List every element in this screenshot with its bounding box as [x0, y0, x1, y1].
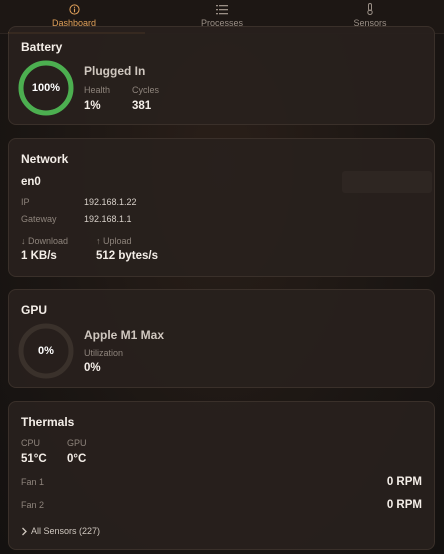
thermals-fan2-value: 0 RPM: [386, 499, 422, 511]
gpu-utilization-value: 0%: [84, 362, 101, 374]
battery-cycles-value: 381: [132, 100, 152, 112]
network-gateway-label: Gateway: [21, 214, 57, 224]
battery-percent: 100%: [31, 82, 61, 94]
gpu-card: GPU 0% Apple M1 Max Utilization 0%: [8, 289, 435, 388]
gpu-name: Apple M1 Max: [84, 328, 165, 342]
all-sensors-toggle[interactable]: All Sensors (227): [21, 524, 100, 538]
battery-card: Battery 100% Plugged In Health 1% Cycles…: [8, 26, 435, 125]
network-download-value: 1 KB/s: [21, 250, 57, 262]
thermals-fan1-value: 0 RPM: [386, 476, 422, 488]
thermals-cpu-label: CPU: [21, 438, 41, 448]
chevron-right-icon: [21, 527, 31, 536]
network-ip-label: IP: [21, 197, 30, 207]
network-upload-value: 512 bytes/s: [96, 250, 159, 262]
thermals-cpu-value: 51°C: [21, 453, 47, 465]
thermals-card: Thermals CPU 51°C GPU 0°C Fan 1 0 RPM Fa…: [8, 401, 435, 550]
list-icon: [216, 3, 228, 15]
battery-cycles-label: Cycles: [132, 85, 160, 95]
info-icon: [68, 3, 80, 15]
all-sensors-label: All Sensors (227): [31, 526, 101, 536]
network-download-label: ↓ Download: [21, 236, 69, 246]
network-redacted-field: [342, 171, 432, 193]
gpu-title: GPU: [21, 303, 48, 317]
thermals-fan1-label: Fan 1: [21, 477, 45, 487]
network-gateway-value: 192.168.1.1: [84, 214, 132, 224]
network-card: Network en0 IP 192.168.1.22 Gateway 192.…: [8, 138, 435, 277]
thermals-title: Thermals: [21, 415, 75, 429]
network-ip-value: 192.168.1.22: [84, 197, 137, 207]
gpu-utilization-label: Utilization: [84, 348, 124, 358]
thermals-gpu-value: 0°C: [67, 453, 87, 465]
battery-status: Plugged In: [84, 64, 146, 78]
thermals-gpu-label: GPU: [67, 438, 87, 448]
thermometer-icon: [364, 3, 376, 15]
thermals-fan2-label: Fan 2: [21, 500, 45, 510]
battery-title: Battery: [21, 40, 63, 54]
battery-health-value: 1%: [84, 100, 101, 112]
network-title: Network: [21, 152, 69, 166]
gpu-percent: 0%: [38, 345, 54, 357]
battery-health-label: Health: [84, 85, 111, 95]
network-upload-label: ↑ Upload: [96, 236, 132, 246]
network-interface: en0: [21, 176, 41, 188]
